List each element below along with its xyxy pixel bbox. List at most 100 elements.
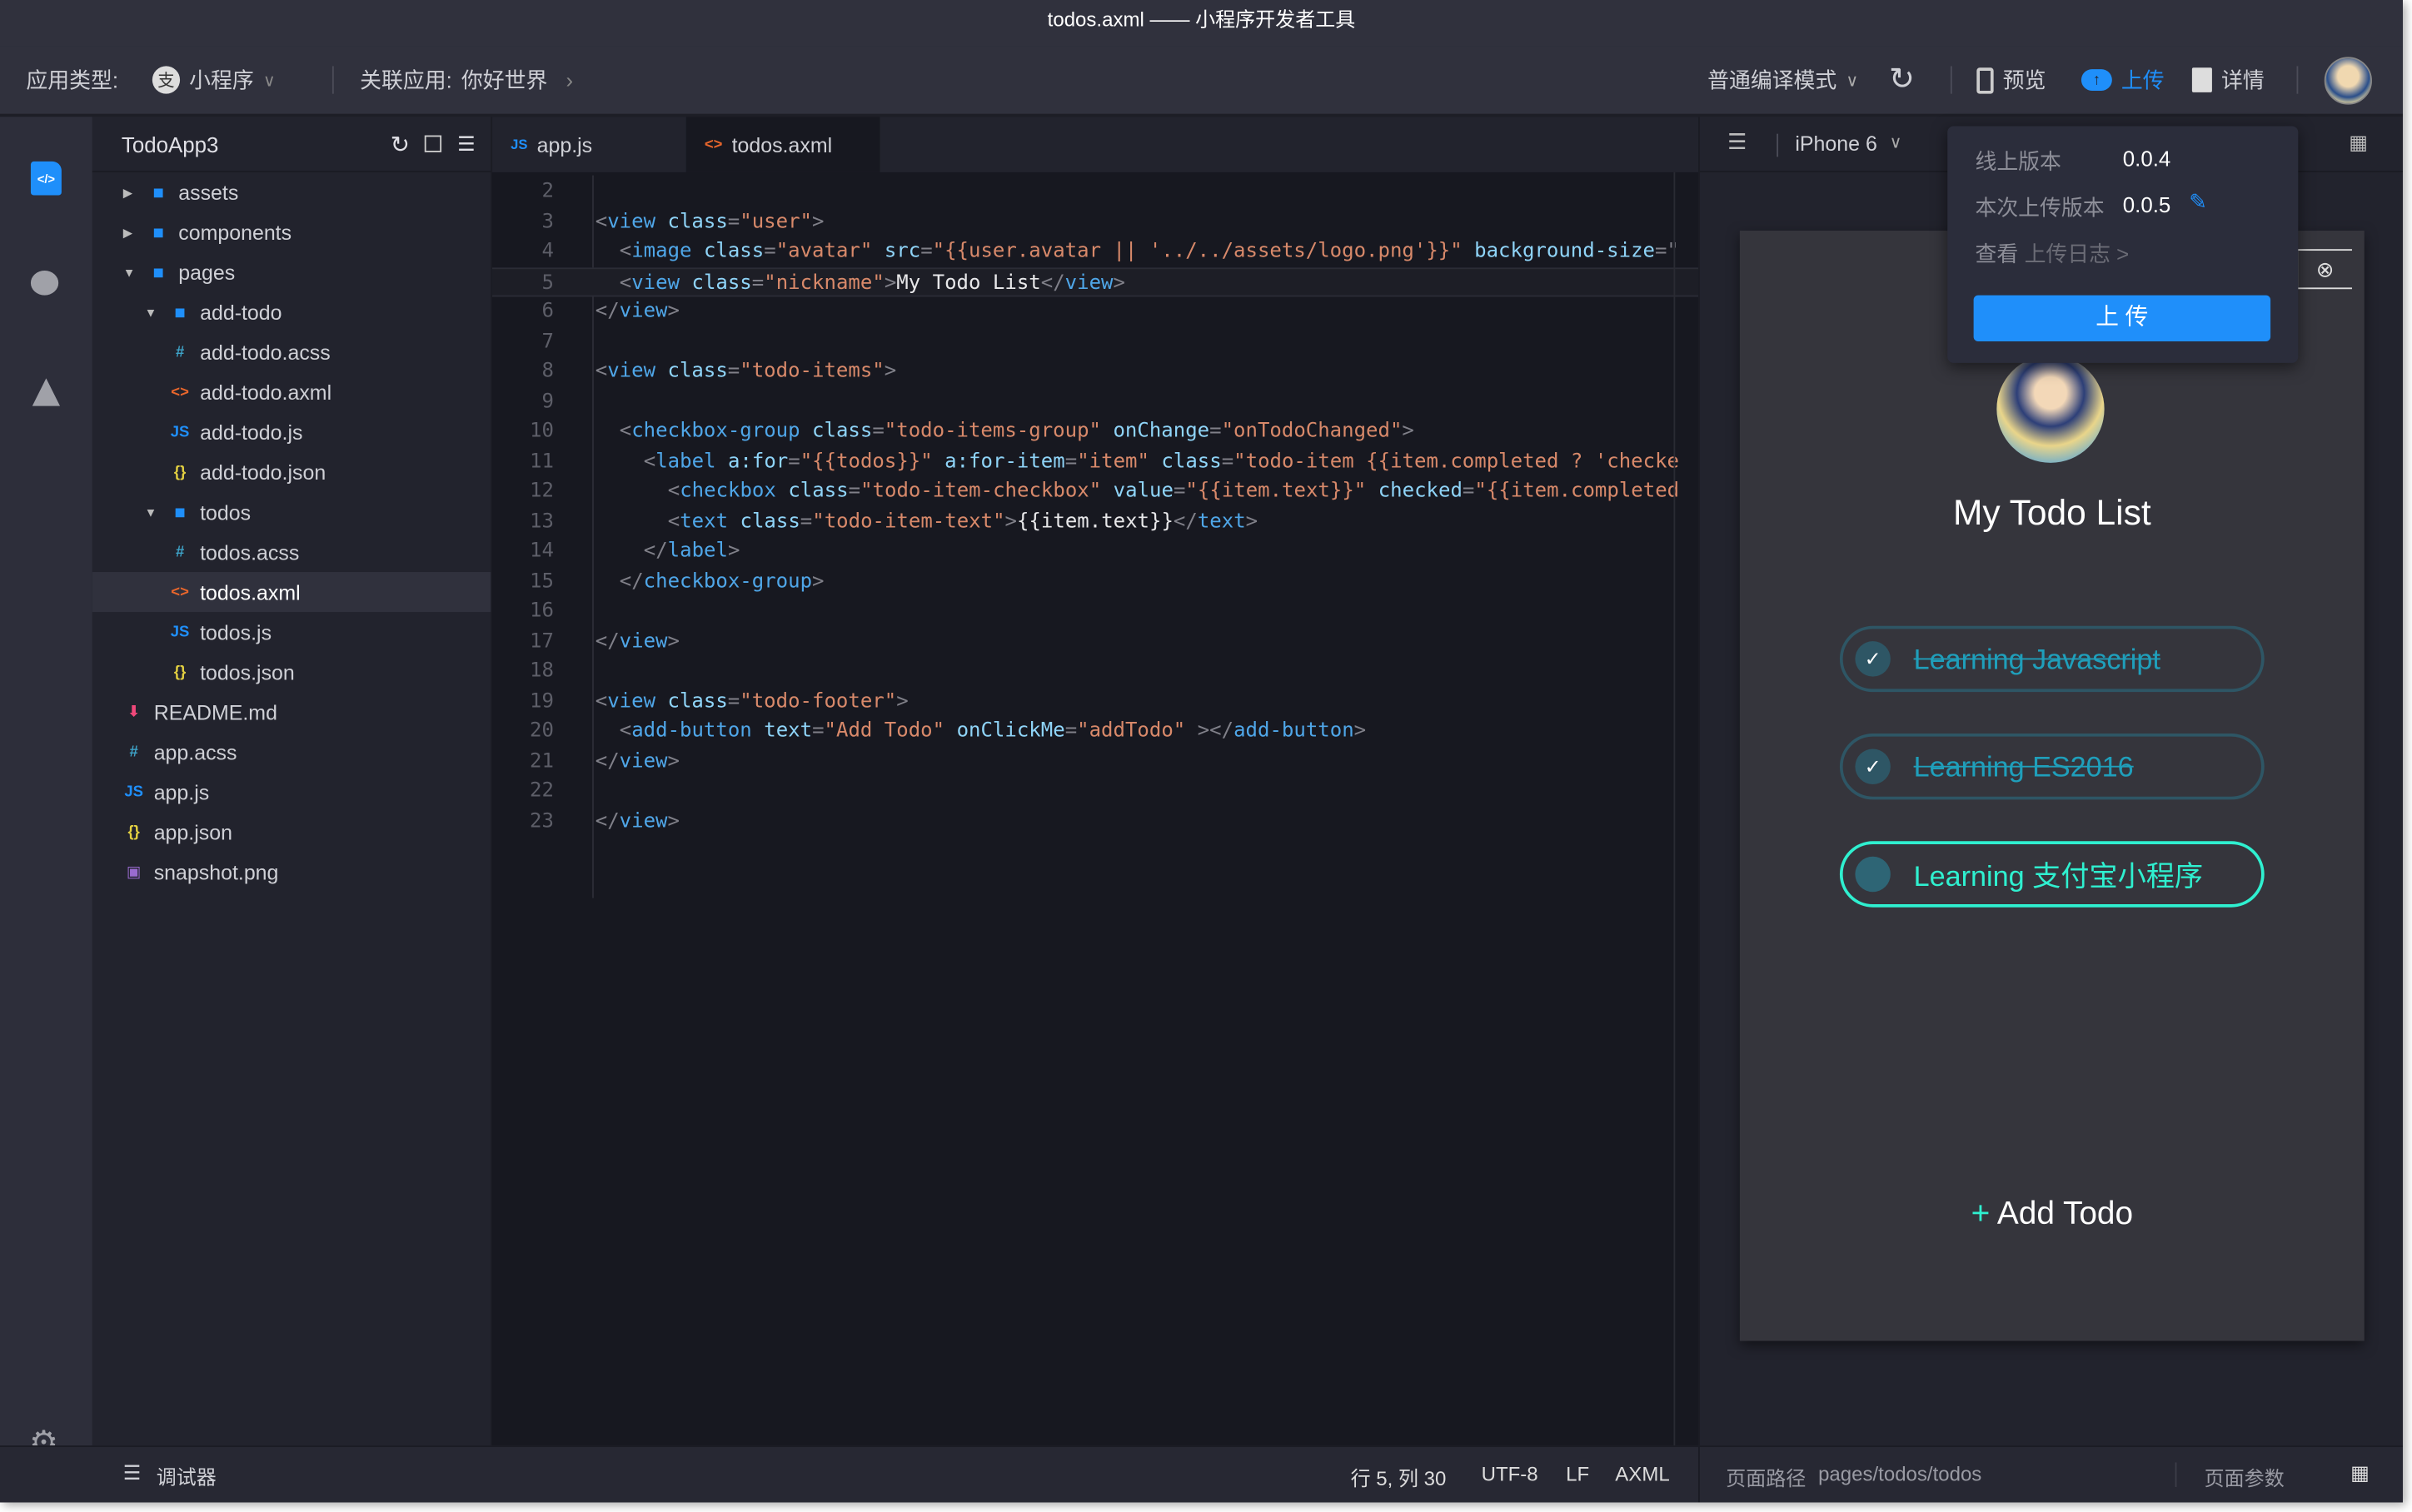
checkbox-unchecked-icon[interactable] <box>1855 856 1891 893</box>
tree-item[interactable]: <> add-todo.axml <box>92 372 491 412</box>
code-line[interactable]: 19 <view class="todo-footer"> <box>492 687 1698 717</box>
device-select[interactable]: iPhone 6 ∨ <box>1795 132 1901 156</box>
tree-item[interactable]: {} add-todo.json <box>92 452 491 492</box>
compile-mode-select[interactable]: 普通编译模式 ∨ <box>1707 65 1858 96</box>
todo-item[interactable]: ✓ Learning ES2016 <box>1839 733 2265 800</box>
todo-item[interactable]: ✓ Learning Javascript <box>1839 625 2265 693</box>
code-token: label <box>655 450 716 473</box>
edit-pencil-icon[interactable]: ✎ <box>2189 189 2207 215</box>
code-line[interactable]: 4 <image class="avatar" src="{{user.avata… <box>492 236 1698 266</box>
checkbox-checked-icon[interactable]: ✓ <box>1855 641 1891 677</box>
app-type-select[interactable]: 支 小程序 ∨ <box>152 65 276 96</box>
code-line[interactable]: 14 </label> <box>492 537 1698 567</box>
screenshot-settings-icon[interactable]: ▦ <box>2349 131 2368 156</box>
refresh-icon[interactable]: ↻ <box>1889 60 1915 98</box>
caret-right-icon[interactable]: ▶ <box>123 226 138 240</box>
code-token: = <box>727 689 740 714</box>
tab-todos-axml[interactable]: <> todos.axml <box>685 117 880 172</box>
upload-log-link[interactable]: 上传日志 > <box>2025 238 2130 269</box>
collapse-all-icon[interactable] <box>425 135 442 152</box>
language-mode[interactable]: AXML <box>1615 1462 1669 1485</box>
tree-item[interactable]: <> todos.axml <box>92 572 491 613</box>
code-line[interactable]: 2 <box>492 177 1698 206</box>
code-line[interactable]: 18 <box>492 657 1698 687</box>
code-line[interactable]: 8 <view class="todo-items"> <box>492 356 1698 386</box>
tree-item[interactable]: # add-todo.acss <box>92 332 491 372</box>
code-line[interactable]: 16 <box>492 597 1698 627</box>
encoding[interactable]: UTF-8 <box>1482 1462 1538 1485</box>
tree-item[interactable]: JS app.js <box>92 772 491 812</box>
tree-item[interactable]: ⬇ README.md <box>92 692 491 732</box>
explorer-header: TodoApp3 ↻ ☰ <box>92 117 491 172</box>
tree-item[interactable]: {} todos.json <box>92 652 491 692</box>
axml-file-icon: <> <box>171 583 189 601</box>
line-number: 12 <box>529 480 554 503</box>
caret-down-icon[interactable]: ▼ <box>123 266 138 280</box>
code-token: "todo-items-group" <box>884 420 1102 443</box>
code-line[interactable]: 23 </view> <box>492 807 1698 837</box>
tree-item[interactable]: JS todos.js <box>92 612 491 652</box>
linked-app-select[interactable]: 关联应用: 你好世界 › <box>360 65 573 96</box>
code-line[interactable]: 13 <text class="todo-item-text">{{item.te… <box>492 507 1698 537</box>
preview-button[interactable]: 预览 <box>1976 65 2046 96</box>
code-line[interactable]: 6 </view> <box>492 296 1698 326</box>
tree-item[interactable]: ▶ ■ assets <box>92 172 491 212</box>
search-icon[interactable] <box>30 271 59 296</box>
tree-item[interactable]: {} app.json <box>92 812 491 852</box>
tree-item[interactable]: ▼ ■ add-todo <box>92 292 491 332</box>
line-ending[interactable]: LF <box>1566 1462 1589 1485</box>
code-line[interactable]: 21 </view> <box>492 747 1698 777</box>
code-line[interactable]: 10 <checkbox-group class="todo-items-grou… <box>492 417 1698 447</box>
tree-item[interactable]: JS add-todo.js <box>92 412 491 452</box>
upload-confirm-button[interactable]: 上 传 <box>1973 295 2271 342</box>
tree-item[interactable]: ▼ ■ pages <box>92 252 491 292</box>
upload-button[interactable]: ↑ 上传 <box>2081 65 2165 96</box>
debugger-button[interactable]: ☰ 调试器 <box>123 1461 217 1490</box>
outline-menu-icon[interactable]: ☰ <box>457 132 476 157</box>
code-line[interactable]: 20 <add-button text="Add Todo" onClickMe=… <box>492 717 1698 747</box>
checkbox-checked-icon[interactable]: ✓ <box>1855 749 1891 784</box>
code-line[interactable]: 3 <view class="user"> <box>492 206 1698 236</box>
code-token: view <box>607 689 656 714</box>
code-line[interactable]: 12 <checkbox class="todo-item-checkbox" v… <box>492 477 1698 507</box>
code-line[interactable]: 5 <view class="nickname">My Todo List</vi… <box>492 266 1699 297</box>
toggle-panel-icon[interactable]: ☰ <box>1727 129 1747 155</box>
add-todo-label: Add Todo <box>1996 1196 2134 1232</box>
todo-item[interactable]: Learning 支付宝小程序 <box>1839 841 2265 908</box>
refresh-icon[interactable]: ↻ <box>391 130 410 157</box>
tree-item[interactable]: ▼ ■ todos <box>92 492 491 532</box>
caret-down-icon[interactable]: ▼ <box>145 505 160 520</box>
caret-right-icon[interactable]: ▶ <box>123 186 138 200</box>
add-todo-button[interactable]: + Add Todo <box>1740 1196 2365 1233</box>
code-line[interactable]: 11 <label a:for="{{todos}}" a:for-item="i… <box>492 447 1698 477</box>
user-avatar[interactable] <box>2324 57 2372 105</box>
code-line[interactable]: 22 <box>492 777 1698 807</box>
app-type-label-text: 应用类型: <box>26 67 119 92</box>
tree-item[interactable]: # todos.acss <box>92 532 491 572</box>
cursor-position[interactable]: 行 5, 列 30 <box>1351 1462 1447 1491</box>
tree-item[interactable]: ▣ snapshot.png <box>92 852 491 892</box>
editor-scrollbar[interactable] <box>1673 172 1676 1446</box>
tree-item[interactable]: # app.acss <box>92 732 491 772</box>
flask-icon[interactable] <box>32 378 61 406</box>
code-token: checkbox <box>680 480 776 503</box>
code-line[interactable]: 17 </view> <box>492 627 1698 657</box>
page-params-button[interactable]: 页面参数 <box>2205 1462 2285 1491</box>
tree-item[interactable]: ▶ ■ components <box>92 212 491 252</box>
code-token: src <box>884 240 921 263</box>
code-editor-icon[interactable]: </> <box>30 161 62 196</box>
code-line[interactable]: 7 <box>492 326 1698 356</box>
code-token: text <box>1197 510 1246 533</box>
grid-layout-icon[interactable]: ▦ <box>2350 1461 2370 1486</box>
code-line[interactable]: 15 </checkbox-group> <box>492 567 1698 597</box>
tab-app-js[interactable]: JS app.js <box>492 117 686 172</box>
code-token: onChange <box>1113 420 1210 443</box>
caret-down-icon[interactable]: ▼ <box>145 306 160 320</box>
details-button[interactable]: 详情 <box>2191 65 2265 96</box>
code-line[interactable]: 9 <box>492 387 1698 417</box>
close-capsule-button[interactable]: ⊗ <box>2296 249 2352 290</box>
